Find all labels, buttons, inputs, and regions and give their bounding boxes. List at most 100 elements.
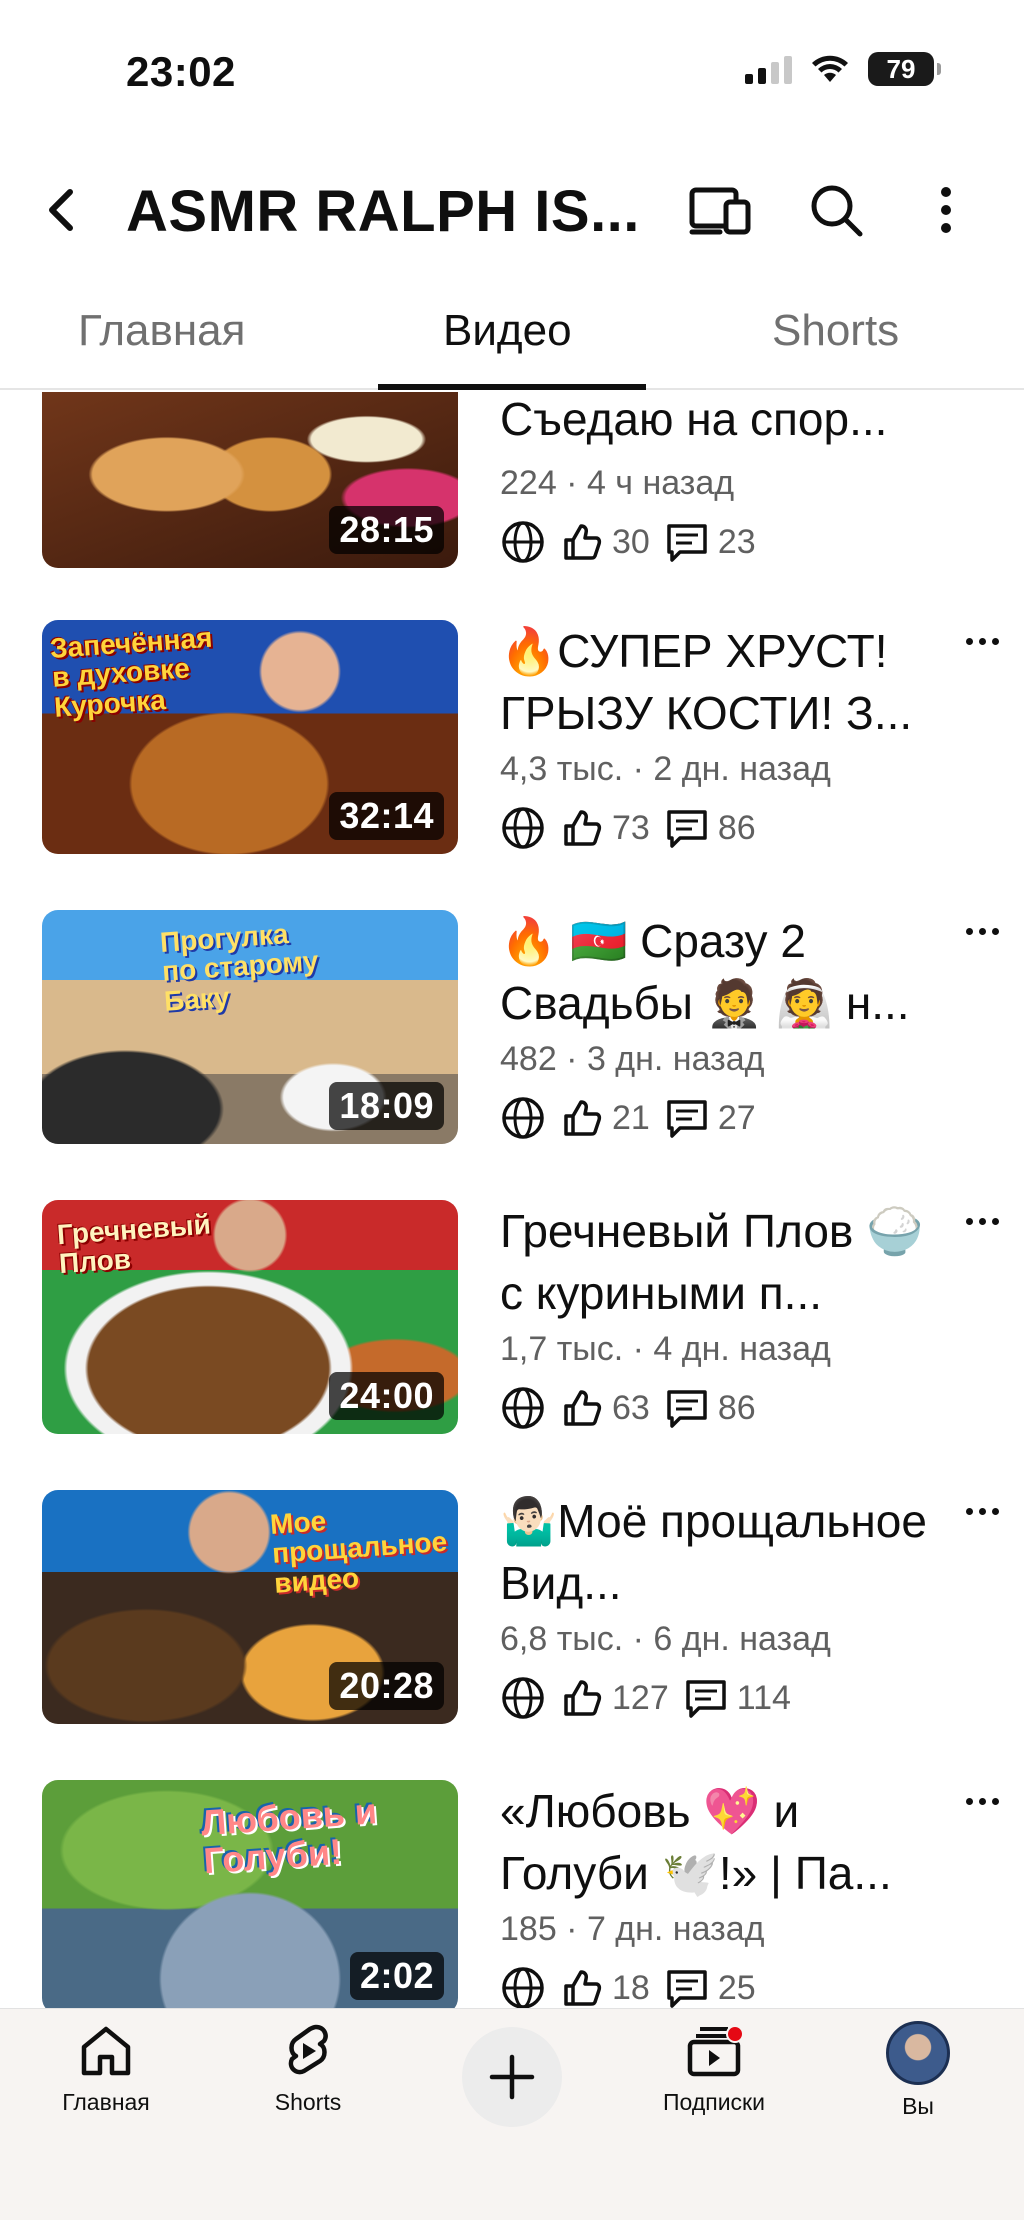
video-menu-button[interactable] [958,638,1006,668]
thumbs-up-icon [564,1970,602,2006]
likes-count: 127 [612,1678,669,1717]
video-title[interactable]: 🤷🏻‍♂️Моё прощальное Вид... [500,1490,940,1614]
thumbnail-caption: Мое прощальное видео [269,1505,449,1599]
video-item[interactable]: Мое прощальное видео 20:28 🤷🏻‍♂️Моё прощ… [0,1490,1024,1780]
status-bar: 23:02 79 [0,0,1024,140]
cellular-signal-icon [745,54,792,84]
cast-icon[interactable] [688,182,752,238]
comment-icon [667,1970,707,2008]
likes-stat: 18 [560,1966,650,2008]
nav-you[interactable]: Вы [848,2021,988,2161]
globe-icon [502,1387,544,1429]
comments-count: 23 [717,522,756,561]
nav-you-label: Вы [902,2093,934,2119]
video-thumbnail[interactable]: Запечённая в духовке Курочка 32:14 [42,620,458,854]
video-item[interactable]: Прогулка по старому Баку 18:09 🔥 🇦🇿 Сраз… [0,910,1024,1200]
video-thumbnail[interactable]: 28:15 [42,392,458,568]
globe-icon [502,1967,544,2008]
video-meta: 6,8 тыс. · 6 дн. назад [500,1620,831,1658]
video-menu-button[interactable] [958,928,1006,958]
video-stats: 30 23 [500,514,756,570]
video-duration: 32:14 [329,792,444,840]
more-vert-icon[interactable] [926,180,966,240]
likes-count: 63 [612,1388,650,1427]
likes-count: 21 [612,1098,650,1137]
thumbnail-caption: Запечённая в духовке Курочка [49,621,214,723]
video-title[interactable]: 🔥СУПЕР ХРУСТ! ГРЫЗУ КОСТИ! З... [500,620,940,744]
video-thumbnail[interactable]: Любовь и Голуби! 2:02 [42,1780,458,2008]
comment-icon [667,1390,707,1428]
nav-shorts[interactable]: Shorts [238,2021,378,2161]
globe-icon [502,521,544,563]
video-title[interactable]: Гречневый Плов 🍚 с куриными п... [500,1200,940,1324]
notification-dot [726,2025,744,2043]
channel-title: ASMR RALPH IS... [126,179,640,244]
thumbs-up-icon [564,810,602,846]
video-meta: 1,7 тыс. · 4 дн. назад [500,1330,831,1368]
active-tab-indicator [378,384,646,390]
video-title[interactable]: 🔥 🇦🇿 Сразу 2 Свадьбы 🤵 👰 н... [500,910,940,1034]
likes-stat: 127 [560,1676,669,1720]
video-title[interactable]: «Любовь 💖 и Голуби 🕊️!» | Па... [500,1780,940,1904]
likes-stat: 30 [560,520,650,564]
nav-shorts-label: Shorts [274,2089,342,2115]
video-item[interactable]: Запечённая в духовке Курочка 32:14 🔥СУПЕ… [0,620,1024,910]
video-menu-button[interactable] [958,1508,1006,1538]
video-meta: 185 · 7 дн. назад [500,1910,765,1948]
comments-count: 27 [717,1098,756,1137]
video-stats: 63 86 [500,1380,756,1436]
likes-stat: 21 [560,1096,650,1140]
video-menu-button[interactable] [958,1798,1006,1828]
video-item[interactable]: 28:15 Съедаю на спор... 224 · 4 ч назад … [0,392,1024,624]
channel-tabs: Главная Видео Shorts [0,290,1024,390]
video-list: 28:15 Съедаю на спор... 224 · 4 ч назад … [0,392,1024,2008]
video-item[interactable]: Гречневый Плов 24:00 Гречневый Плов 🍚 с … [0,1200,1024,1490]
video-stats: 127 114 [500,1670,791,1726]
avatar [886,2021,950,2085]
tab-videos[interactable]: Видео [443,306,572,356]
nav-home[interactable]: Главная [36,2021,176,2161]
globe-icon [502,1097,544,1139]
video-duration: 20:28 [329,1662,444,1710]
nav-subscriptions-label: Подписки [663,2089,765,2115]
thumbs-up-icon [564,1100,602,1136]
bottom-navigation: Главная Shorts Подписки Вы [0,2008,1024,2220]
thumbs-up-icon [564,524,602,560]
video-thumbnail[interactable]: Прогулка по старому Баку 18:09 [42,910,458,1144]
video-thumbnail[interactable]: Мое прощальное видео 20:28 [42,1490,458,1724]
nav-subscriptions[interactable]: Подписки [644,2021,784,2161]
battery-indicator: 79 [868,52,941,86]
comments-stat: 25 [664,1966,756,2008]
comments-count: 25 [717,1968,756,2007]
video-stats: 73 86 [500,800,756,856]
video-duration: 28:15 [329,506,444,554]
tab-shorts[interactable]: Shorts [772,306,899,356]
comments-count: 114 [736,1678,791,1717]
nav-create[interactable] [462,2027,562,2127]
video-menu-button[interactable] [958,1218,1006,1248]
comment-icon [667,1100,707,1138]
comments-count: 86 [717,1388,756,1427]
nav-home-label: Главная [62,2089,150,2115]
back-arrow-icon[interactable] [36,182,92,238]
thumbs-up-icon [564,1390,602,1426]
channel-header: ASMR RALPH IS... [0,160,1024,260]
video-title[interactable]: Съедаю на спор... [500,392,940,450]
status-icons: 79 [745,52,941,86]
home-icon [81,2026,131,2076]
wifi-icon [812,55,848,82]
status-time: 23:02 [126,48,236,95]
likes-count: 73 [612,808,650,847]
thumbs-up-icon [564,1680,602,1716]
video-duration: 18:09 [329,1082,444,1130]
search-icon[interactable] [806,180,866,240]
video-thumbnail[interactable]: Гречневый Плов 24:00 [42,1200,458,1434]
likes-stat: 73 [560,806,650,850]
video-duration: 2:02 [349,1952,444,2000]
video-item[interactable]: Любовь и Голуби! 2:02 «Любовь 💖 и Голуби… [0,1780,1024,2008]
shorts-icon [288,2024,328,2075]
comments-stat: 114 [683,1676,791,1720]
comment-icon [667,524,707,562]
comments-stat: 86 [664,806,756,850]
tab-home[interactable]: Главная [78,306,245,356]
